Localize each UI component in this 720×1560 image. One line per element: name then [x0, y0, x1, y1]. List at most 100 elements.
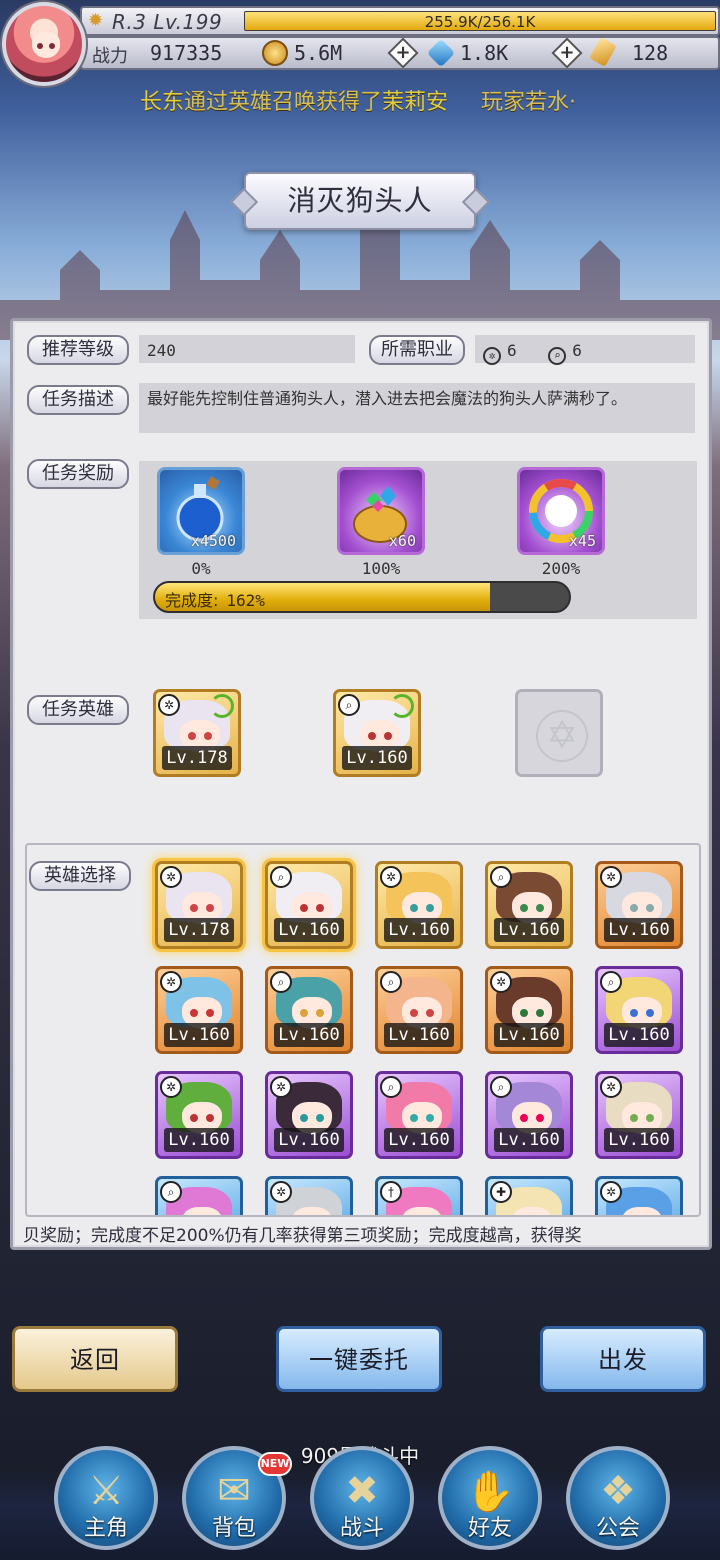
quest-title: 消灭狗头人 — [244, 172, 476, 230]
hero-card[interactable]: ✲ Lv.160 — [155, 1071, 243, 1159]
nav-label: 公会 — [595, 1516, 640, 1541]
hero-card[interactable]: ✲ Lv.160 — [155, 966, 243, 1054]
hexagram-icon: ✡ — [536, 710, 588, 762]
reward-threshold: 200% — [541, 559, 581, 578]
hero-level: Lv.160 — [494, 1128, 564, 1152]
auto-delegate-button[interactable]: 一键委托 — [276, 1326, 442, 1392]
quest-heroes-tag: 任务英雄 — [27, 695, 129, 725]
reward-note: 贝奖励；完成度不足200%仍有几率获得第三项奖励；完成度越高，获得奖 — [23, 1226, 582, 1246]
reward-threshold: 0% — [191, 559, 211, 578]
swap-icon[interactable] — [390, 694, 414, 718]
reward-threshold: 100% — [361, 559, 401, 578]
hero-eye — [630, 1114, 638, 1122]
hero-eye — [206, 1114, 214, 1122]
required-class-tag: 所需职业 — [369, 335, 465, 365]
description-tag: 任务描述 — [27, 385, 129, 415]
ticker-hero: 茉莉安 — [382, 90, 449, 115]
nav-label: 背包 — [211, 1516, 256, 1541]
hero-card[interactable]: ⌕ Lv.160 — [265, 966, 353, 1054]
swap-icon[interactable] — [210, 694, 234, 718]
completion-value: 162% — [226, 591, 265, 610]
reward-qty: x4500 — [190, 532, 236, 550]
hero-eye — [536, 1114, 544, 1122]
hero-level: Lv.160 — [494, 918, 564, 942]
hero-card[interactable]: ✲ — [265, 1176, 353, 1215]
hero-card[interactable]: ✲ Lv.160 — [485, 966, 573, 1054]
diamond-icon — [426, 38, 456, 68]
hero-card[interactable]: ⌕ Lv.160 — [485, 861, 573, 949]
guild-crest-icon: ❖ — [600, 1468, 636, 1514]
nav-battle[interactable]: ✖ 战斗 — [310, 1446, 414, 1550]
player-avatar[interactable] — [2, 2, 86, 86]
ticket-value: 128 — [632, 41, 669, 65]
magnifier-icon: ⌕ — [270, 971, 292, 993]
hero-card[interactable]: ⌕ Lv.160 — [333, 689, 421, 777]
shuriken-icon: ✲ — [160, 866, 182, 888]
shuriken-icon: ✲ — [600, 1076, 622, 1098]
reward-qty: x45 — [568, 532, 596, 550]
hero-card[interactable]: ⌕ — [155, 1176, 243, 1215]
hero-eye — [300, 904, 308, 912]
shuriken-icon: ✲ — [483, 347, 501, 365]
gold-value: 5.6M — [294, 41, 343, 65]
reward-slot-2[interactable]: x60 — [337, 467, 425, 555]
hero-eye — [300, 1114, 308, 1122]
hero-selection-list[interactable]: 英雄选择 ✲ Lv.178 ⌕ Lv.160 ✲ Lv.160 ⌕ Lv.160 ✲ Lv.160… — [25, 843, 701, 1217]
exp-text: 255.9K/256.1K — [424, 13, 536, 31]
cross-icon: ✚ — [490, 1181, 512, 1203]
hero-card[interactable]: ✲ Lv.160 — [265, 1071, 353, 1159]
hero-card[interactable]: ⌕ Lv.160 — [485, 1071, 573, 1159]
hero-card[interactable]: ⌕ Lv.160 — [375, 1071, 463, 1159]
hero-eye — [316, 904, 324, 912]
hero-card[interactable]: ✲ Lv.160 — [595, 1071, 683, 1159]
diamond-value: 1.8K — [460, 41, 509, 65]
shuriken-icon: ✲ — [270, 1181, 292, 1203]
reward-slot-3[interactable]: x45 — [517, 467, 605, 555]
shuriken-icon: ✲ — [270, 1076, 292, 1098]
hero-eye — [630, 904, 638, 912]
hero-card[interactable]: ⌕ Lv.160 — [265, 861, 353, 949]
hero-eye — [190, 904, 198, 912]
hero-card[interactable]: ✚ — [485, 1176, 573, 1215]
nav-hero[interactable]: ⚔ 主角 — [54, 1446, 158, 1550]
hero-eye — [188, 732, 196, 740]
hero-level: Lv.160 — [384, 918, 454, 942]
hero-level: Lv.160 — [274, 1023, 344, 1047]
hero-card[interactable]: † — [375, 1176, 463, 1215]
hero-eye — [520, 904, 528, 912]
hero-level: Lv.178 — [164, 918, 234, 942]
hero-card[interactable]: ⌕ Lv.160 — [375, 966, 463, 1054]
magnifier-icon: ⌕ — [160, 1181, 182, 1203]
empty-hero-slot[interactable]: ✡ — [515, 689, 603, 777]
hero-card[interactable]: ✲ Lv.160 — [375, 861, 463, 949]
reward-slot-1[interactable]: x4500 — [157, 467, 245, 555]
hero-card[interactable]: ⌕ Lv.160 — [595, 966, 683, 1054]
nav-friends[interactable]: ✋ 好友 — [438, 1446, 542, 1550]
ticker-text: 通过英雄召唤获得了 — [184, 90, 383, 115]
reward-qty: x60 — [388, 532, 416, 550]
completion-bar: 完成度: 162% — [153, 581, 571, 613]
hero-card[interactable]: ✲ Lv.178 — [153, 689, 241, 777]
hero-card[interactable]: ✲ Lv.178 — [155, 861, 243, 949]
magnifier-icon: ⌕ — [380, 971, 402, 993]
nav-guild[interactable]: ❖ 公会 — [566, 1446, 670, 1550]
add-gold-button[interactable]: + — [387, 37, 419, 69]
reward-tag: 任务奖励 — [27, 459, 129, 489]
shuriken-icon: ✲ — [160, 1076, 182, 1098]
exp-bar: 255.9K/256.1K — [244, 11, 716, 31]
back-button[interactable]: 返回 — [12, 1326, 178, 1392]
shuriken-icon: ✲ — [380, 866, 402, 888]
hero-eye — [410, 1009, 418, 1017]
completion-label: 完成度: — [165, 591, 219, 610]
hero-card[interactable]: ✲ — [595, 1176, 683, 1215]
ticket-icon — [589, 37, 617, 67]
hero-card[interactable]: ✲ Lv.160 — [595, 861, 683, 949]
hero-eye — [316, 1114, 324, 1122]
helmet-icon: ⚔ — [88, 1468, 124, 1514]
hero-eye — [190, 1114, 198, 1122]
add-diamond-button[interactable]: + — [551, 37, 583, 69]
depart-button[interactable]: 出发 — [540, 1326, 706, 1392]
nav-label: 战斗 — [339, 1516, 384, 1541]
nav-label: 主角 — [83, 1516, 128, 1541]
gold-coin-icon — [262, 40, 288, 66]
